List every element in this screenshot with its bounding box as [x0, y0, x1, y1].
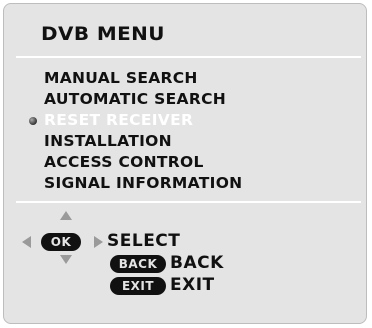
arrow-up-icon — [60, 211, 72, 220]
menu-item-signal-information[interactable]: SIGNAL INFORMATION — [44, 173, 242, 194]
exit-hint-label: EXIT — [170, 275, 215, 295]
top-divider — [16, 56, 361, 58]
menu-item-manual-search[interactable]: MANUAL SEARCH — [44, 68, 242, 89]
menu-item-automatic-search[interactable]: AUTOMATIC SEARCH — [44, 89, 242, 110]
arrow-down-icon — [60, 255, 72, 264]
menu-item-label: AUTOMATIC SEARCH — [44, 90, 227, 108]
ok-key-badge: OK — [41, 233, 81, 251]
back-key-badge: BACK — [110, 255, 166, 273]
menu-item-label: SIGNAL INFORMATION — [44, 174, 243, 192]
arrow-left-icon — [22, 236, 31, 248]
exit-key-badge: EXIT — [110, 277, 166, 295]
menu-item-access-control[interactable]: ACCESS CONTROL — [44, 152, 242, 173]
menu-list: MANUAL SEARCH AUTOMATIC SEARCH RESET REC… — [29, 68, 242, 194]
menu-item-label: MANUAL SEARCH — [44, 69, 198, 87]
select-hint-label: SELECT — [107, 231, 181, 251]
arrow-right-icon — [94, 236, 103, 248]
menu-title: DVB MENU — [41, 23, 165, 45]
back-hint-label: BACK — [170, 253, 224, 273]
selection-bullet-icon — [29, 117, 37, 125]
menu-item-label: RESET RECEIVER — [44, 111, 194, 129]
menu-item-installation[interactable]: INSTALLATION — [44, 131, 242, 152]
menu-item-label: ACCESS CONTROL — [44, 153, 204, 171]
dvb-menu-screen: DVB MENU MANUAL SEARCH AUTOMATIC SEARCH … — [3, 3, 367, 324]
menu-item-label: INSTALLATION — [44, 132, 172, 150]
menu-item-reset-receiver[interactable]: RESET RECEIVER — [29, 110, 242, 131]
bottom-divider — [16, 201, 361, 203]
